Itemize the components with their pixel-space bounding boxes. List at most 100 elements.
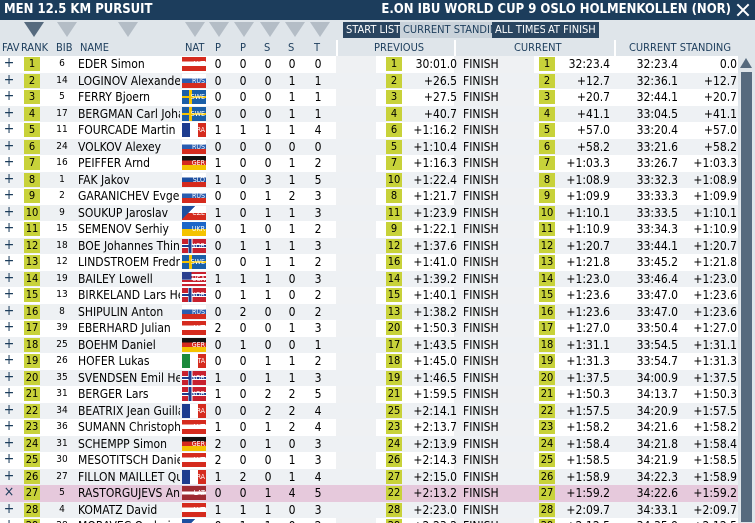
table-row[interactable]: +22 34 BEATRIX Jean Guillau FRA 0 0 2 2 4 25 +2:14…: [0, 402, 738, 419]
athlete-name[interactable]: BAILEY Lowell: [78, 271, 180, 287]
favorite-toggle-icon[interactable]: +: [3, 139, 15, 154]
sort-p1-arrow-icon[interactable]: [209, 22, 229, 37]
header-p1[interactable]: P: [215, 41, 221, 54]
favorite-toggle-icon[interactable]: +: [3, 419, 15, 434]
favorite-toggle-icon[interactable]: +: [3, 403, 15, 418]
athlete-name[interactable]: KOMATZ David: [78, 502, 180, 518]
header-bib[interactable]: BIB: [56, 41, 73, 54]
table-row[interactable]: +9 2 GARANICHEV EvgeniyRUS 0 0 1 2 3 8 +1:21.7 FIN…: [0, 188, 738, 205]
favorite-toggle-icon[interactable]: +: [3, 469, 15, 484]
athlete-name[interactable]: BERGER Lars: [78, 386, 180, 402]
favorite-toggle-icon[interactable]: +: [3, 436, 15, 451]
favorite-toggle-icon[interactable]: +: [3, 370, 15, 385]
athlete-name[interactable]: SVENDSEN Emil Hegle: [78, 370, 180, 386]
scroll-up-arrow-icon[interactable]: [740, 58, 752, 68]
athlete-name[interactable]: SEMENOV Serhiy: [78, 221, 180, 237]
favorite-toggle-icon[interactable]: +: [3, 452, 15, 467]
athlete-name[interactable]: RASTORGUJEVS Andre: [78, 485, 180, 501]
favorite-toggle-icon[interactable]: +: [3, 188, 15, 203]
favorite-toggle-icon[interactable]: +: [3, 172, 15, 187]
header-name[interactable]: NAME: [80, 41, 109, 54]
table-row[interactable]: +19 26 HOFER Lukas ITA 0 0 1 1 2 18 +1:45.0 FINISH 1…: [0, 353, 738, 370]
athlete-name[interactable]: FILLON MAILLET Que: [78, 469, 180, 485]
favorite-toggle-icon[interactable]: +: [3, 271, 15, 286]
table-row[interactable]: × 27 5 RASTORGUJEVS AndreLAT 0 0 1 4 5 22 +2:13.2 F…: [0, 485, 738, 502]
table-row[interactable]: +25 30 MESOTITSCH Daniel AUT 2 0 0 1 3 26 +2:14.3 F…: [0, 452, 738, 469]
favorite-toggle-icon[interactable]: +: [3, 337, 15, 352]
start-list-button[interactable]: START LIST: [343, 22, 404, 38]
table-row[interactable]: +8 1 FAK Jakov SLO 1 0 3 1 5 10 +1:22.4 FINISH 8 +1:0…: [0, 171, 738, 188]
all-times-button[interactable]: ALL TIMES: [492, 22, 549, 38]
favorite-toggle-icon[interactable]: +: [3, 304, 15, 319]
table-row[interactable]: +18 25 BOEHM Daniel GER 0 1 0 0 1 17 +1:43.5 FINISH…: [0, 336, 738, 353]
sort-t-arrow-icon[interactable]: [310, 22, 330, 37]
table-row[interactable]: +28 4 KOMATZ David AUT 1 1 1 0 3 28 +2:23.0 FINISH 2…: [0, 501, 738, 518]
at-finish-button[interactable]: AT FINISH: [545, 22, 599, 38]
table-row[interactable]: +3 5 FERRY Bjoern SWE 0 0 0 1 1 3 +27.5 FINISH 3 +20.…: [0, 89, 738, 106]
header-t[interactable]: T: [314, 41, 320, 54]
favorite-toggle-icon[interactable]: +: [3, 205, 15, 220]
athlete-name[interactable]: EDER Simon: [78, 56, 180, 72]
athlete-name[interactable]: LOGINOV Alexander: [78, 73, 180, 89]
table-row[interactable]: +11 15 SEMENOV Serhiy UKR 0 1 0 1 2 9 +1:22.1 FINIS…: [0, 221, 738, 238]
close-icon[interactable]: [734, 1, 752, 19]
header-s1[interactable]: S: [264, 41, 270, 54]
athlete-name[interactable]: BERGMAN Carl Johan: [78, 106, 180, 122]
table-row[interactable]: +10 9 SOUKUP Jaroslav CZE 1 0 1 1 3 11 +1:23.9 FINI…: [0, 204, 738, 221]
sort-name-arrow-icon[interactable]: [118, 22, 138, 37]
favorite-toggle-icon[interactable]: +: [3, 238, 15, 253]
athlete-name[interactable]: SOUKUP Jaroslav: [78, 205, 180, 221]
table-row[interactable]: +20 35 SVENDSEN Emil HegleNOR 1 0 1 1 3 19 +1:46.…: [0, 369, 738, 386]
table-row[interactable]: +5 11 FOURCADE Martin FRA 1 1 1 1 4 6 +1:16.2 FINIS…: [0, 122, 738, 139]
sort-s1-arrow-icon[interactable]: [260, 22, 280, 37]
table-row[interactable]: +26 27 FILLON MAILLET Que FRA 1 2 0 1 4 27 +2:15.0…: [0, 468, 738, 485]
athlete-name[interactable]: MORAVEC Ondrej: [78, 518, 180, 523]
favorite-toggle-icon[interactable]: +: [3, 155, 15, 170]
favorite-toggle-icon[interactable]: +: [3, 106, 15, 121]
athlete-name[interactable]: BOE Johannes Thingn: [78, 238, 180, 254]
favorite-toggle-icon[interactable]: +: [3, 502, 15, 517]
table-row[interactable]: +6 24 VOLKOV Alexey RUS 0 0 0 0 0 5 +1:10.4 FINISH 6…: [0, 138, 738, 155]
header-p2[interactable]: P: [240, 41, 246, 54]
table-row[interactable]: +4 17 BERGMAN Carl JohanSWE 0 0 0 1 1 4 +40.7 FINI…: [0, 105, 738, 122]
sort-rank-arrow-icon[interactable]: [24, 22, 44, 37]
favorite-toggle-icon[interactable]: +: [3, 254, 15, 269]
table-row[interactable]: +21 31 BERGER Lars NOR 1 0 2 2 5 21 +1:59.5 FINISH 2…: [0, 386, 738, 403]
sort-s2-arrow-icon[interactable]: [285, 22, 305, 37]
table-row[interactable]: +2 14 LOGINOV Alexander RUS 0 0 0 1 1 2 +26.5 FINIS…: [0, 72, 738, 89]
favorite-toggle-icon[interactable]: +: [3, 353, 15, 368]
athlete-name[interactable]: FERRY Bjoern: [78, 89, 180, 105]
favorite-toggle-icon[interactable]: +: [3, 518, 15, 523]
favorite-toggle-icon[interactable]: +: [3, 73, 15, 88]
sort-bib-arrow-icon[interactable]: [57, 22, 77, 37]
sort-nat-arrow-icon[interactable]: [185, 22, 205, 37]
favorite-toggle-icon[interactable]: +: [3, 221, 15, 236]
athlete-name[interactable]: VOLKOV Alexey: [78, 139, 180, 155]
athlete-name[interactable]: PEIFFER Arnd: [78, 155, 180, 171]
athlete-name[interactable]: LINDSTROEM Fredrik: [78, 254, 180, 270]
athlete-name[interactable]: MESOTITSCH Daniel: [78, 452, 180, 468]
table-row[interactable]: +2928MORAVEC OndrejCZE0110229+2:23.2FINI…: [0, 518, 738, 523]
table-row[interactable]: +16 8 SHIPULIN Anton RUS 0 2 0 0 2 13 +1:38.2 FINIS…: [0, 303, 738, 320]
athlete-name[interactable]: BIRKELAND Lars Helg: [78, 287, 180, 303]
favorite-toggle-icon[interactable]: ×: [3, 485, 15, 500]
sort-p2-arrow-icon[interactable]: [234, 22, 254, 37]
favorite-toggle-icon[interactable]: +: [3, 386, 15, 401]
favorite-toggle-icon[interactable]: +: [3, 287, 15, 302]
table-row[interactable]: +1 6 EDER Simon AUT 0 0 0 0 0 1 30:01.0 FINISH 1 32:2…: [0, 56, 738, 73]
athlete-name[interactable]: EBERHARD Julian: [78, 320, 180, 336]
athlete-name[interactable]: BEATRIX Jean Guillau: [78, 403, 180, 419]
athlete-name[interactable]: SCHEMPP Simon: [78, 436, 180, 452]
scrollbar-thumb[interactable]: [741, 72, 752, 522]
athlete-name[interactable]: SUMANN Christoph: [78, 419, 180, 435]
header-rank[interactable]: RANK: [21, 41, 48, 54]
table-row[interactable]: +23 36 SUMANN Christoph AUT 1 0 1 2 4 23 +2:13.7 FI…: [0, 419, 738, 436]
table-row[interactable]: +14 19 BAILEY Lowell USA 1 1 1 0 3 14 +1:39.2 FINIS…: [0, 270, 738, 287]
favorite-toggle-icon[interactable]: +: [3, 89, 15, 104]
vertical-scrollbar[interactable]: [738, 56, 755, 523]
athlete-name[interactable]: SHIPULIN Anton: [78, 304, 180, 320]
favorite-toggle-icon[interactable]: +: [3, 56, 15, 71]
athlete-name[interactable]: HOFER Lukas: [78, 353, 180, 369]
athlete-name[interactable]: GARANICHEV Evgeniy: [78, 188, 180, 204]
header-s2[interactable]: S: [288, 41, 294, 54]
